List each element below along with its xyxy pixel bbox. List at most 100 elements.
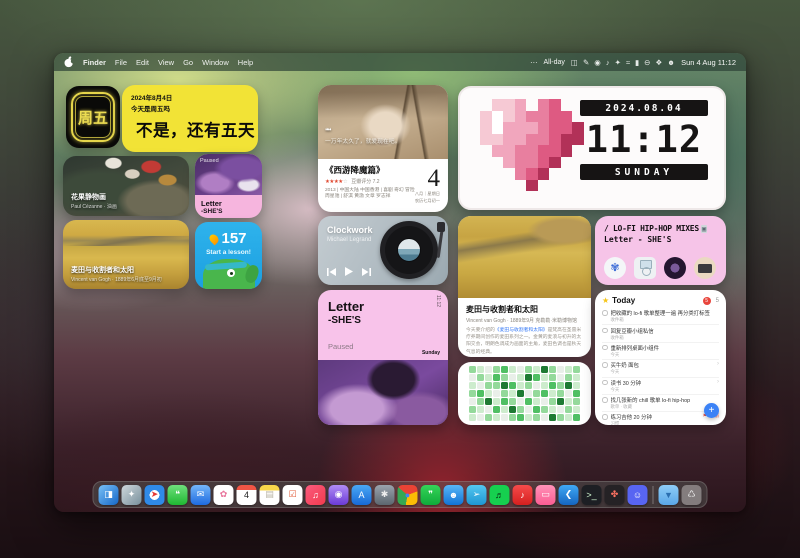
contribution-cell bbox=[525, 382, 531, 388]
task-checkbox[interactable] bbox=[602, 345, 608, 351]
painting-link[interactable]: 《麦田与收割者和太阳》 bbox=[495, 328, 548, 333]
dock-icon-finder[interactable]: ◨ bbox=[99, 485, 119, 505]
status-icon-3[interactable]: ♪ bbox=[606, 58, 610, 67]
contribution-cell bbox=[485, 398, 491, 404]
dock-icon-messages[interactable]: ❝ bbox=[168, 485, 188, 505]
task-subtext: 收件箱 bbox=[611, 317, 720, 323]
dock-icon-music[interactable]: ♫ bbox=[306, 485, 326, 505]
dock-icon-safari[interactable]: ➤ bbox=[145, 485, 165, 505]
music-widget-letter-large[interactable]: Letter -SHE'S Paused 11:12 Sunday bbox=[318, 290, 448, 425]
play-button[interactable] bbox=[345, 267, 353, 276]
menu-view[interactable]: View bbox=[158, 58, 174, 67]
dock-icon-photos[interactable]: ✿ bbox=[214, 485, 234, 505]
menu-help[interactable]: Help bbox=[238, 58, 253, 67]
dock-icon-podcasts[interactable]: ◉ bbox=[329, 485, 349, 505]
pixel-clock-widget[interactable]: 2024.08.04 11:12 SUNDAY bbox=[458, 86, 726, 210]
todo-item[interactable]: 买牛奶 面包今天› bbox=[602, 360, 719, 377]
task-checkbox[interactable] bbox=[602, 414, 608, 420]
dock-icon-downloads-folder[interactable]: ▼ bbox=[659, 485, 679, 505]
contribution-cell bbox=[485, 374, 491, 380]
contribution-cell bbox=[541, 414, 547, 420]
dock-icon-notes[interactable]: ▤ bbox=[260, 485, 280, 505]
status-icon-6[interactable]: ▮ bbox=[635, 58, 639, 67]
heart-pixel bbox=[526, 111, 538, 123]
friday-app-icon[interactable]: 周五 bbox=[66, 86, 120, 148]
dock-icon-bilibili[interactable]: ▭ bbox=[536, 485, 556, 505]
dock-icon-reminders[interactable]: ☑ bbox=[283, 485, 303, 505]
dock: ◨✦➤❝✉✿4▤☑♫◉A✱●❞☻➢♬♪▭❮>_✤☺ ▼♺ bbox=[93, 481, 708, 508]
lofi-playlist-widget[interactable]: / LO-FI HIP-HOP MIXES▣ Letter - SHE'S ✾ bbox=[595, 216, 726, 285]
friday-countdown-widget[interactable]: 2024年8月4日 今天是周五吗 不是，还有五天 bbox=[122, 85, 258, 152]
previous-track-button[interactable] bbox=[327, 268, 336, 276]
next-track-button[interactable] bbox=[362, 268, 371, 276]
streak-widget[interactable]: 157 Start a lesson! bbox=[195, 222, 262, 289]
art-widget-wheatfield-small[interactable]: 麦田与收割者和太阳 Vincent van Gogh · 1889年6月底至9月… bbox=[63, 220, 189, 289]
music-widget-letter-small[interactable]: Paused Letter -SHE'S bbox=[195, 154, 262, 218]
dock-icon-vscode[interactable]: ❮ bbox=[559, 485, 579, 505]
dock-icon-launchpad[interactable]: ✦ bbox=[122, 485, 142, 505]
status-icon-7[interactable]: ⊖ bbox=[644, 58, 650, 67]
dock-icon-netease-music[interactable]: ♪ bbox=[513, 485, 533, 505]
movie-of-the-day-widget[interactable]: ❝❝ 一万年太久了，就爱现在吧。 《西游降魔篇》 ★★★★☆ 豆瓣评分 7.2 … bbox=[318, 85, 448, 212]
habit-contribution-widget[interactable] bbox=[458, 362, 591, 425]
contribution-cell bbox=[469, 366, 475, 372]
dock-icon-terminal[interactable]: >_ bbox=[582, 485, 602, 505]
dock-icon-calendar[interactable]: 4 bbox=[237, 485, 257, 505]
status-icon-9[interactable]: ☻ bbox=[667, 58, 675, 67]
menu-file[interactable]: File bbox=[115, 58, 127, 67]
status-icon-5[interactable]: ≈ bbox=[626, 58, 630, 67]
menu-bar-clock[interactable]: Sun 4 Aug 11:12 bbox=[681, 58, 736, 67]
menu-window[interactable]: Window bbox=[202, 58, 229, 67]
dock-icon-mail[interactable]: ✉ bbox=[191, 485, 211, 505]
status-icon-8[interactable]: ❖ bbox=[655, 58, 662, 67]
apple-menu-icon[interactable] bbox=[64, 56, 74, 68]
task-checkbox[interactable] bbox=[602, 362, 608, 368]
calendar-event-label[interactable]: All-day bbox=[543, 59, 564, 66]
task-checkbox[interactable] bbox=[602, 328, 608, 334]
art-widget-wheatfield-large[interactable]: 麦田与收割者和太阳 Vincent van Gogh · 1889年9月 克勒勒… bbox=[458, 216, 591, 357]
menu-go[interactable]: Go bbox=[183, 58, 193, 67]
dock-icon-app-store[interactable]: A bbox=[352, 485, 372, 505]
contribution-cell bbox=[573, 382, 579, 388]
dock-icon-wechat[interactable]: ❞ bbox=[421, 485, 441, 505]
todo-item[interactable]: 把收藏的 lo-fi 歌单整理一遍 再分类打标签收件箱 bbox=[602, 308, 719, 325]
dock-icon-qq[interactable]: ☻ bbox=[444, 485, 464, 505]
heart-pixel bbox=[538, 145, 550, 157]
contribution-cell bbox=[517, 366, 523, 372]
dock-icon-chrome[interactable]: ● bbox=[398, 485, 418, 505]
task-checkbox[interactable] bbox=[602, 397, 608, 403]
status-icon-4[interactable]: ✦ bbox=[615, 58, 621, 67]
status-icon-0[interactable]: ◫ bbox=[571, 58, 578, 67]
status-icon-1[interactable]: ✎ bbox=[583, 58, 589, 67]
music-player-widget[interactable]: Clockwork Michael Legrand bbox=[318, 216, 448, 285]
menu-edit[interactable]: Edit bbox=[136, 58, 149, 67]
art-subtitle: Vincent van Gogh · 1889年6月底至9月初 bbox=[71, 276, 162, 283]
art-widget-cezanne[interactable]: 花果静物画 Paul Cézanne · 油画 bbox=[63, 156, 189, 216]
heart-pixel bbox=[561, 180, 573, 192]
todo-widget[interactable]: ★ Today 5 5 把收藏的 lo-fi 歌单整理一遍 再分类打标签收件箱回… bbox=[595, 290, 726, 425]
add-task-button[interactable]: + bbox=[704, 403, 719, 418]
todo-item[interactable]: 练习吉他 20 分钟习惯⚑ 7天前 bbox=[602, 412, 719, 425]
menu-finder[interactable]: Finder bbox=[83, 58, 106, 67]
contribution-cell bbox=[573, 390, 579, 396]
dock-icon-discord[interactable]: ☺ bbox=[628, 485, 648, 505]
todo-item[interactable]: 找几张新的 chill 歌单 lo-fi hip-hop歌单 · 收藏 bbox=[602, 395, 719, 412]
task-subtext: 今天 bbox=[611, 387, 715, 393]
contribution-cell bbox=[565, 406, 571, 412]
todo-item[interactable]: 回复豆瓣小组私信收件箱 bbox=[602, 325, 719, 342]
dock-icon-spotify[interactable]: ♬ bbox=[490, 485, 510, 505]
todo-item[interactable]: 读书 30 分钟今天› bbox=[602, 378, 719, 395]
contribution-cell bbox=[573, 366, 579, 372]
todo-item[interactable]: 重新排列桌面小组件今天 bbox=[602, 343, 719, 360]
todo-list-title: Today bbox=[612, 296, 699, 305]
dock-icon-trash[interactable]: ♺ bbox=[682, 485, 702, 505]
dock-icon-telegram[interactable]: ➢ bbox=[467, 485, 487, 505]
task-checkbox[interactable] bbox=[602, 310, 608, 316]
status-icon-2[interactable]: ◉ bbox=[594, 58, 601, 67]
contribution-cell bbox=[469, 406, 475, 412]
dock-icon-figma[interactable]: ✤ bbox=[605, 485, 625, 505]
overflow-menu-icon[interactable]: ⋯ bbox=[530, 58, 538, 67]
dock-icon-system-settings[interactable]: ✱ bbox=[375, 485, 395, 505]
task-checkbox[interactable] bbox=[602, 380, 608, 386]
contribution-cell bbox=[533, 390, 539, 396]
